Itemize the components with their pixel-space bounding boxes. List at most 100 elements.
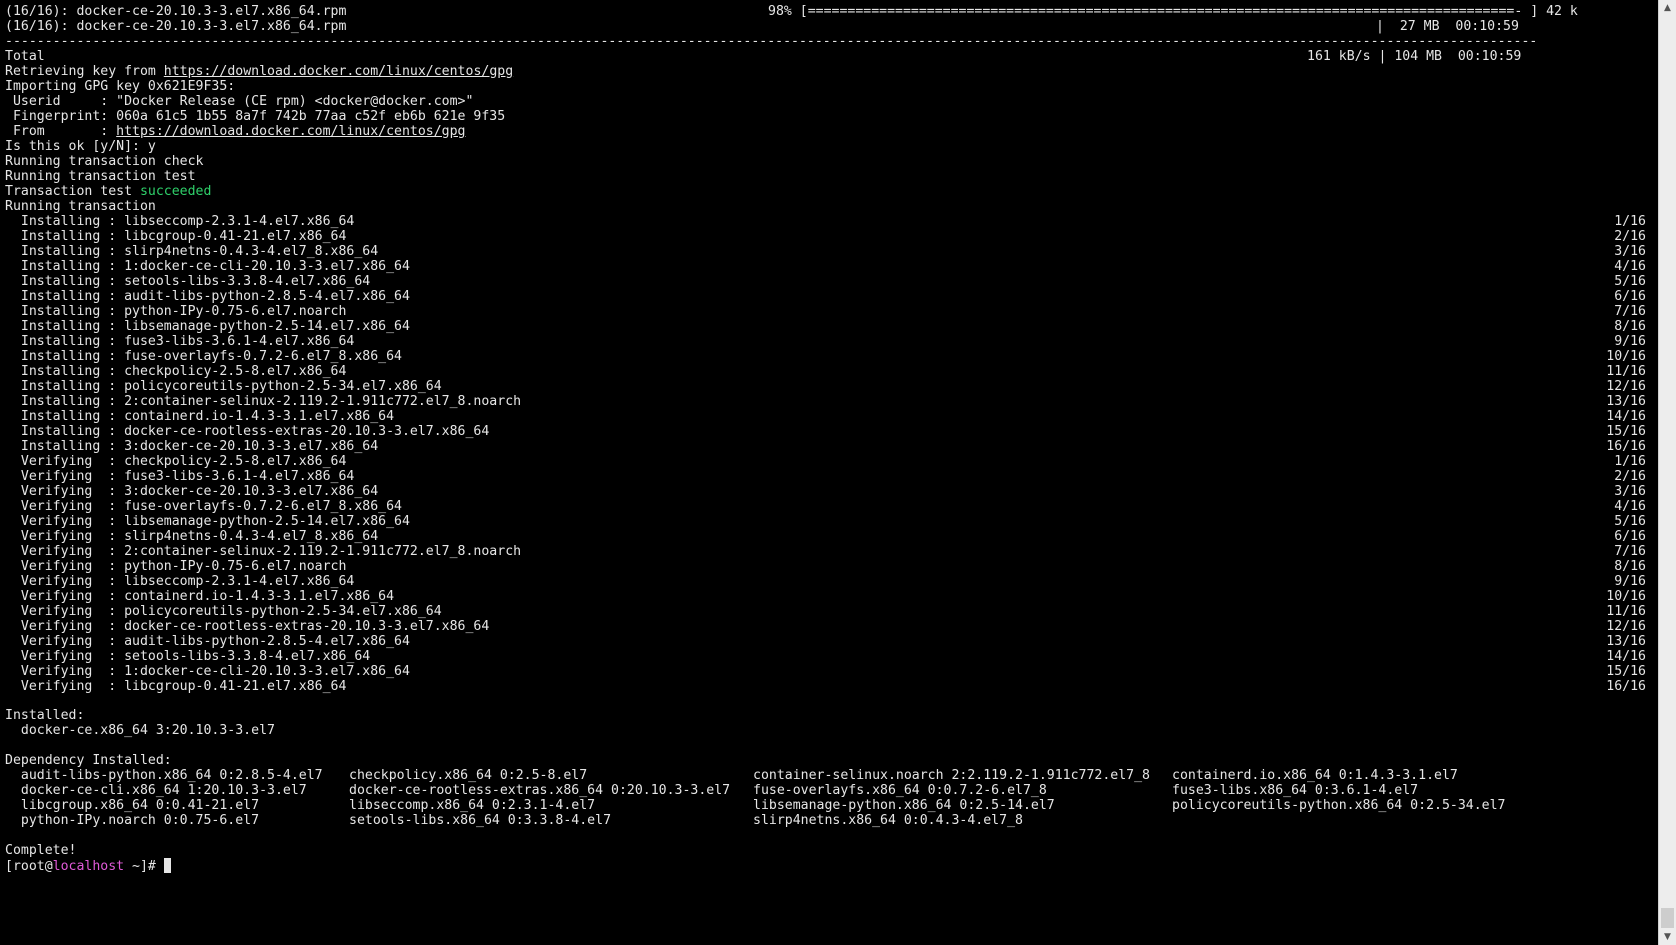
step-count: 16/16: [1606, 679, 1646, 694]
dependency-item: slirp4netns.x86_64 0:0.4.3-4.el7_8: [753, 813, 1023, 828]
installed-item: docker-ce.x86_64 3:20.10.3-3.el7: [5, 723, 275, 738]
step-count: 4/16: [1614, 259, 1646, 274]
gpg-fingerprint-line: Fingerprint: 060a 61c5 1b55 8a7f 742b 77…: [5, 109, 506, 124]
gpg-from-text: From :: [5, 124, 117, 139]
step-text: Verifying : containerd.io-1.4.3-3.1.el7.…: [5, 589, 395, 604]
importing-gpg-line: Importing GPG key 0x621E9F35:: [5, 79, 236, 94]
step-count: 14/16: [1606, 409, 1646, 424]
step-text: Installing : fuse-overlayfs-0.7.2-6.el7_…: [5, 349, 402, 364]
prompt-host: localhost: [52, 859, 125, 874]
step-count: 5/16: [1614, 274, 1646, 289]
gpg-from-link[interactable]: https://download.docker.com/linux/centos…: [116, 124, 465, 139]
step-count: 16/16: [1606, 439, 1646, 454]
gpg-userid-line: Userid : "Docker Release (CE rpm) <docke…: [5, 94, 474, 109]
step-count: 5/16: [1614, 514, 1646, 529]
step-count: 14/16: [1606, 649, 1646, 664]
transaction-result-text: Transaction test: [5, 184, 140, 199]
step-text: Verifying : checkpolicy-2.5-8.el7.x86_64: [5, 454, 347, 469]
vertical-scrollbar[interactable]: ▲ ▼: [1658, 0, 1676, 945]
dependency-item: container-selinux.noarch 2:2.119.2-1.911…: [753, 768, 1150, 783]
dependency-item: docker-ce-rootless-extras.x86_64 0:20.10…: [349, 783, 731, 798]
scroll-down-icon[interactable]: ▼: [1659, 929, 1676, 945]
step-count: 7/16: [1614, 544, 1646, 559]
dependency-item: docker-ce-cli.x86_64 1:20.10.3-3.el7: [5, 783, 307, 798]
step-count: 10/16: [1606, 349, 1646, 364]
step-text: Installing : policycoreutils-python-2.5-…: [5, 379, 442, 394]
step-count: 7/16: [1614, 304, 1646, 319]
step-count: 1/16: [1614, 454, 1646, 469]
step-count: 13/16: [1606, 394, 1646, 409]
step-count: 1/16: [1614, 214, 1646, 229]
step-count: 3/16: [1614, 484, 1646, 499]
separator: ----------------------------------------…: [5, 34, 1535, 49]
step-text: Verifying : libcgroup-0.41-21.el7.x86_64: [5, 679, 347, 694]
step-count: 6/16: [1614, 289, 1646, 304]
transaction-status-succeeded: succeeded: [139, 184, 212, 199]
step-count: 10/16: [1606, 589, 1646, 604]
step-text: Verifying : 1:docker-ce-cli-20.10.3-3.el…: [5, 664, 410, 679]
step-text: Verifying : policycoreutils-python-2.5-3…: [5, 604, 442, 619]
step-text: Verifying : 3:docker-ce-20.10.3-3.el7.x8…: [5, 484, 379, 499]
step-count: 8/16: [1614, 559, 1646, 574]
download-line-2-stats: | 27 MB 00:10:59: [1376, 19, 1519, 34]
step-text: Installing : libcgroup-0.41-21.el7.x86_6…: [5, 229, 347, 244]
step-text: Installing : 1:docker-ce-cli-20.10.3-3.e…: [5, 259, 410, 274]
download-line-2: (16/16): docker-ce-20.10.3-3.el7.x86_64.…: [5, 19, 347, 34]
transaction-result-line: Transaction test succeeded: [5, 184, 211, 200]
step-count: 4/16: [1614, 499, 1646, 514]
retrieving-key-line: Retrieving key from https://download.doc…: [5, 64, 513, 80]
dependency-item: libseccomp.x86_64 0:2.3.1-4.el7: [349, 798, 596, 813]
retrieving-key-text: Retrieving key from: [5, 64, 164, 79]
dependency-item: libsemanage-python.x86_64 0:2.5-14.el7: [753, 798, 1055, 813]
confirm-prompt-line: Is this ok [y/N]: y: [5, 139, 156, 154]
step-count: 9/16: [1614, 574, 1646, 589]
transaction-check-line: Running transaction check: [5, 154, 204, 169]
dependency-item: policycoreutils-python.x86_64 0:2.5-34.e…: [1172, 798, 1506, 813]
dependency-item: setools-libs.x86_64 0:3.3.8-4.el7: [349, 813, 612, 828]
transaction-test-line: Running transaction test: [5, 169, 196, 184]
step-count: 12/16: [1606, 619, 1646, 634]
step-text: Verifying : setools-libs-3.3.8-4.el7.x86…: [5, 649, 371, 664]
step-text: Verifying : slirp4netns-0.4.3-4.el7_8.x8…: [5, 529, 379, 544]
prompt-open: [root@: [5, 859, 53, 874]
dependency-item: libcgroup.x86_64 0:0.41-21.el7: [5, 798, 260, 813]
shell-prompt[interactable]: [root@localhost ~]#: [5, 858, 171, 874]
terminal-output[interactable]: (16/16): docker-ce-20.10.3-3.el7.x86_64.…: [0, 0, 1658, 945]
step-text: Installing : libsemanage-python-2.5-14.e…: [5, 319, 410, 334]
step-count: 3/16: [1614, 244, 1646, 259]
step-text: Installing : checkpolicy-2.5-8.el7.x86_6…: [5, 364, 347, 379]
total-label: Total: [5, 49, 45, 64]
step-count: 11/16: [1606, 364, 1646, 379]
step-text: Verifying : python-IPy-0.75-6.el7.noarch: [5, 559, 347, 574]
step-text: Installing : fuse3-libs-3.6.1-4.el7.x86_…: [5, 334, 355, 349]
step-count: 2/16: [1614, 469, 1646, 484]
download-line-1: (16/16): docker-ce-20.10.3-3.el7.x86_64.…: [5, 4, 347, 19]
step-count: 2/16: [1614, 229, 1646, 244]
step-text: Installing : python-IPy-0.75-6.el7.noarc…: [5, 304, 347, 319]
gpg-from-line: From : https://download.docker.com/linux…: [5, 124, 466, 140]
step-text: Verifying : docker-ce-rootless-extras-20…: [5, 619, 490, 634]
total-stats: 161 kB/s | 104 MB 00:10:59: [1307, 49, 1522, 64]
step-text: Verifying : audit-libs-python-2.8.5-4.el…: [5, 634, 410, 649]
text-cursor: [163, 858, 171, 873]
step-text: Installing : audit-libs-python-2.8.5-4.e…: [5, 289, 410, 304]
step-count: 9/16: [1614, 334, 1646, 349]
step-text: Verifying : 2:container-selinux-2.119.2-…: [5, 544, 522, 559]
step-text: Installing : 3:docker-ce-20.10.3-3.el7.x…: [5, 439, 379, 454]
gpg-key-link[interactable]: https://download.docker.com/linux/centos…: [164, 64, 513, 79]
download-progress: 98% [===================================…: [768, 4, 1578, 19]
scrollbar-thumb[interactable]: [1661, 908, 1674, 928]
step-text: Verifying : fuse-overlayfs-0.7.2-6.el7_8…: [5, 499, 402, 514]
dependency-item: fuse3-libs.x86_64 0:3.6.1-4.el7: [1172, 783, 1419, 798]
scroll-up-icon[interactable]: ▲: [1659, 0, 1676, 16]
dependency-item: fuse-overlayfs.x86_64 0:0.7.2-6.el7_8: [753, 783, 1047, 798]
running-transaction-line: Running transaction: [5, 199, 156, 214]
step-text: Installing : 2:container-selinux-2.119.2…: [5, 394, 522, 409]
prompt-rest: ~]#: [124, 859, 164, 874]
step-count: 11/16: [1606, 604, 1646, 619]
dependency-item: python-IPy.noarch 0:0.75-6.el7: [5, 813, 260, 828]
step-text: Installing : docker-ce-rootless-extras-2…: [5, 424, 490, 439]
step-count: 12/16: [1606, 379, 1646, 394]
dependency-item: containerd.io.x86_64 0:1.4.3-3.1.el7: [1172, 768, 1458, 783]
step-text: Verifying : fuse3-libs-3.6.1-4.el7.x86_6…: [5, 469, 355, 484]
